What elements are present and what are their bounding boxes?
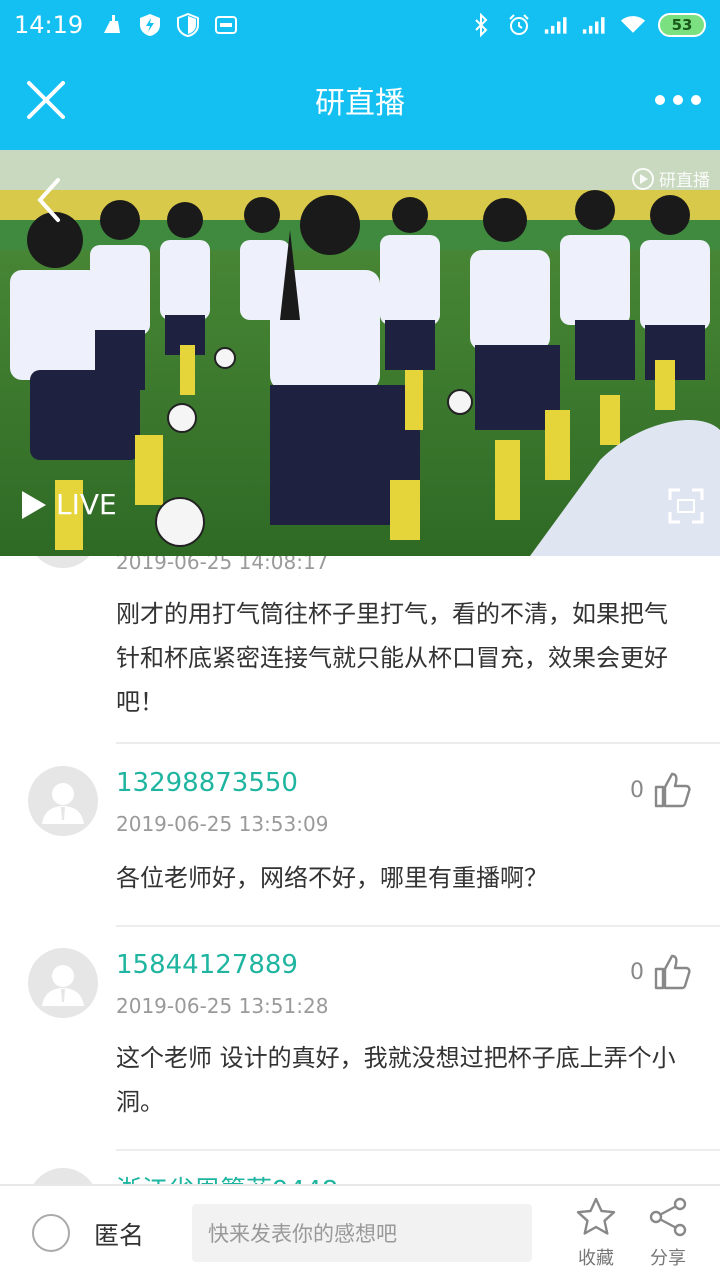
avatar (28, 1168, 98, 1184)
watermark-text: 研直播 (659, 171, 710, 191)
divider (116, 742, 720, 744)
play-icon[interactable] (20, 489, 48, 521)
like-count: 0 (630, 959, 644, 985)
title-bar: 研直播 (0, 50, 720, 150)
battery-indicator: 53 (658, 13, 706, 37)
avatar (28, 556, 98, 568)
comment-date: 2019-06-25 14:08:17 (116, 556, 329, 574)
comment-composer-bar: 匿名 快来发表你的感想吧 收藏 分享 (0, 1184, 720, 1280)
anonymous-label[interactable]: 匿名 (94, 1216, 144, 1252)
comment-text: 各位老师好，网络不好，哪里有重播啊？ (116, 864, 548, 892)
comment-item: 13298873550 2019-06-25 13:53:09 0 各位老师好，… (0, 746, 720, 928)
like-count: 0 (630, 777, 644, 803)
divider (116, 1149, 720, 1151)
alarm-icon (506, 12, 532, 38)
live-label: LIVE (56, 488, 117, 521)
avatar (28, 766, 98, 836)
vr-icon (213, 12, 239, 38)
comment-input-placeholder: 快来发表你的感想吧 (208, 1222, 397, 1246)
star-icon (576, 1197, 616, 1235)
signal-icon-2 (582, 12, 608, 38)
more-options-icon[interactable] (654, 88, 702, 112)
signal-icon (544, 12, 570, 38)
fullscreen-icon[interactable] (668, 488, 704, 524)
wifi-icon (620, 12, 646, 38)
thumbs-up-icon[interactable] (652, 952, 692, 992)
cleaner-icon (99, 12, 125, 38)
shield-bolt-icon (137, 12, 163, 38)
comment-date: 2019-06-25 13:53:09 (116, 812, 329, 836)
comment-input[interactable]: 快来发表你的感想吧 (192, 1204, 532, 1262)
avatar (28, 948, 98, 1018)
comment-username[interactable]: 15844127889 (116, 950, 298, 980)
comment-item: 15844127889 2019-06-25 13:51:28 0 这个老师 设… (0, 928, 720, 1152)
shield-icon (175, 12, 201, 38)
favorite-button[interactable]: 收藏 (566, 1196, 626, 1270)
comment-username[interactable]: 浙江省周箐菲9448 (116, 1170, 338, 1184)
page-title: 研直播 (315, 86, 405, 121)
like-control[interactable]: 0 (630, 952, 692, 992)
thumbs-up-icon[interactable] (652, 770, 692, 810)
status-bar: 14:19 53 (0, 0, 720, 50)
live-indicator[interactable]: LIVE (20, 488, 117, 521)
comment-list[interactable]: 2019-06-25 14:08:17 刚才的用打气筒往杯子里打气，看的不清，如… (0, 556, 720, 1184)
comment-text: 刚才的用打气筒往杯子里打气，看的不清，如果把气针和杯底紧密连接气就只能从杯口冒充… (116, 600, 668, 716)
share-icon (649, 1197, 687, 1237)
divider (116, 925, 720, 927)
comment-username[interactable]: 13298873550 (116, 768, 298, 798)
back-arrow-icon[interactable] (30, 175, 70, 225)
like-control[interactable]: 0 (630, 770, 692, 810)
status-time: 14:19 (14, 11, 84, 39)
comment-date: 2019-06-25 13:51:28 (116, 994, 329, 1018)
share-label: 分享 (650, 1248, 686, 1269)
bluetooth-icon (468, 12, 494, 38)
comment-item: 2019-06-25 14:08:17 刚才的用打气筒往杯子里打气，看的不清，如… (0, 556, 720, 746)
watermark: 研直播 (631, 166, 710, 191)
video-player[interactable]: 研直播 LIVE (0, 150, 720, 556)
anonymous-radio[interactable] (32, 1214, 70, 1252)
watermark-logo-icon (632, 167, 654, 190)
share-button[interactable]: 分享 (638, 1196, 698, 1270)
comment-text: 这个老师 设计的真好，我就没想过把杯子底上弄个小洞。 (116, 1044, 676, 1116)
favorite-label: 收藏 (578, 1248, 614, 1269)
comment-item: 浙江省周箐菲9448 (0, 1152, 720, 1184)
